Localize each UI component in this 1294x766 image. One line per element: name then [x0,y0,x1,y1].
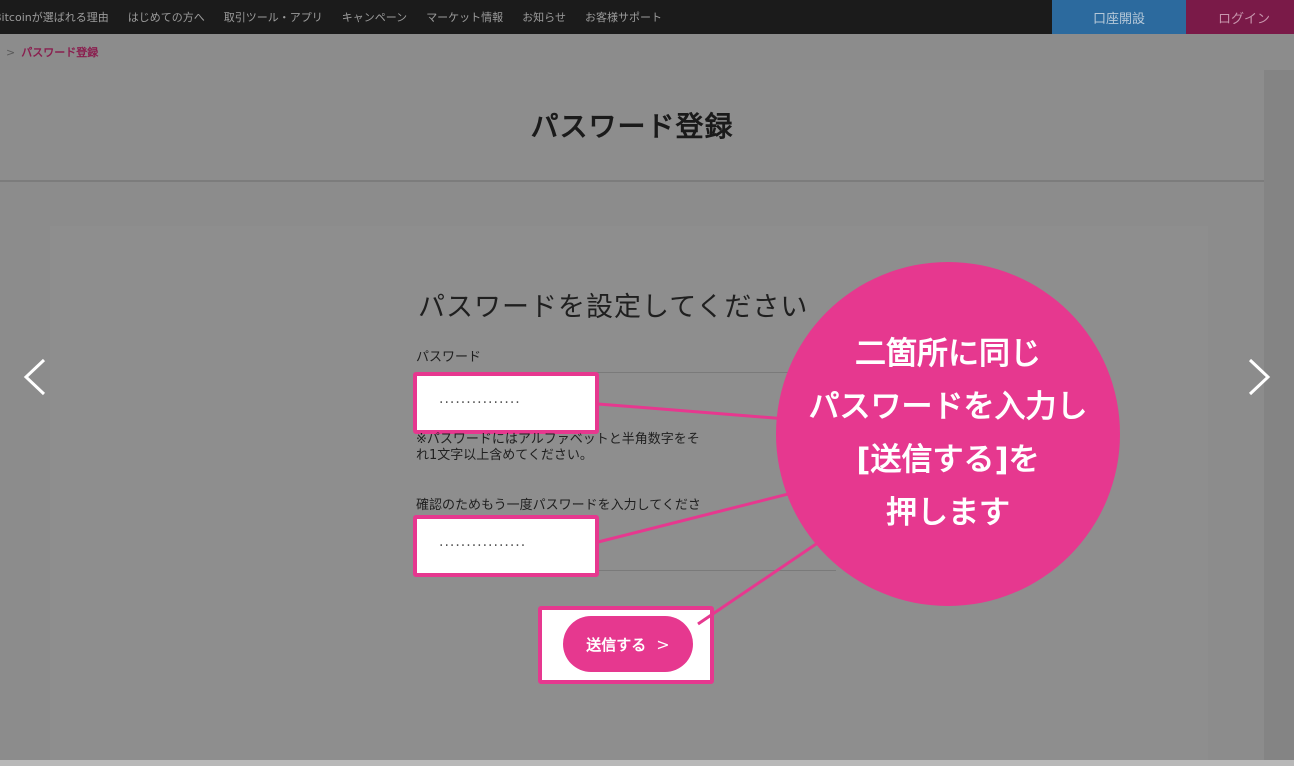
nav-item-reasons[interactable]: Bitcoinが選ばれる理由 [0,9,109,25]
nav-item-tools[interactable]: 取引ツール・アプリ [224,9,323,25]
form-heading: パスワードを設定してください [418,292,809,323]
password-note-line-1: ※パスワードにはアルファベットと半角数字をそ [416,432,700,447]
submit-button-label: 送信する [586,635,647,654]
chevron-right-icon: > [656,634,670,654]
breadcrumb-current: パスワード登録 [21,46,99,59]
breadcrumb-separator: > [6,45,16,59]
breadcrumb: > パスワード登録 [6,44,98,60]
login-button[interactable]: ログイン [1186,0,1294,34]
submit-button[interactable]: 送信する > [563,616,693,672]
confirm-password-input[interactable]: ················ [413,515,599,577]
password-input[interactable]: ··············· [413,372,599,434]
nav-item-beginners[interactable]: はじめての方へ [128,9,205,25]
nav-item-news[interactable]: お知らせ [522,9,566,25]
nav-item-market[interactable]: マーケット情報 [426,9,503,25]
side-strip [1264,70,1294,760]
callout-line-3: [送信する]を [856,442,1040,478]
callout-line-2: パスワードを入力し [808,389,1088,425]
bottom-border [0,760,1294,766]
password-note: ※パスワードにはアルファベットと半角数字をそ れ1文字以上含めてください。 [416,432,700,464]
instruction-callout: 二箇所に同じ パスワードを入力し [送信する]を 押します [776,262,1120,606]
chevron-left-icon[interactable] [16,350,56,404]
tutorial-slide: Bitcoinが選ばれる理由 はじめての方へ 取引ツール・アプリ キャンペーン … [0,0,1294,766]
open-account-button[interactable]: 口座開設 [1052,0,1186,34]
top-navigation: Bitcoinが選ばれる理由 はじめての方へ 取引ツール・アプリ キャンペーン … [0,0,1294,34]
callout-line-4: 押します [886,495,1010,531]
page-title: パスワード登録 [530,110,734,143]
callout-line-1: 二箇所に同じ [855,336,1041,372]
chevron-right-icon[interactable] [1238,350,1278,404]
confirm-password-label: 確認のためもう一度パスワードを入力してくださ [416,498,701,513]
password-label: パスワード [416,350,482,365]
page-header: パスワード登録 [0,70,1264,182]
nav-item-support[interactable]: お客様サポート [585,9,662,25]
password-note-line-2: れ1文字以上含めてください。 [416,448,593,463]
nav-item-campaign[interactable]: キャンペーン [342,9,407,25]
